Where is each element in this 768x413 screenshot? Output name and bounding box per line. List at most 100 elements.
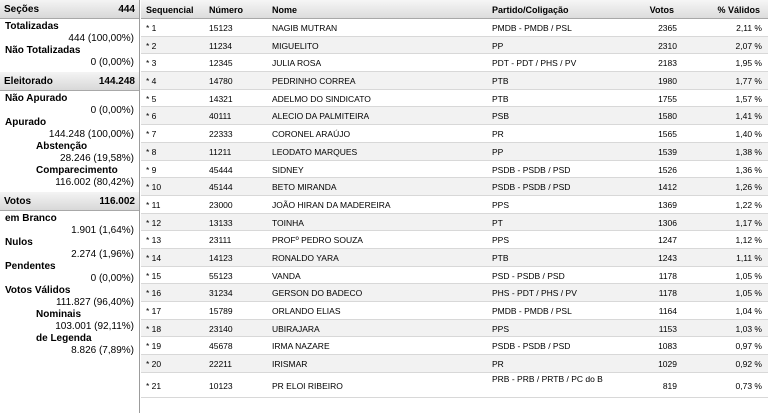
cell-votos: 1243 [658, 252, 677, 263]
header-numero[interactable]: Número [209, 5, 243, 15]
table-row[interactable]: * 3 12345 JULIA ROSA PDT - PDT / PHS / PV 21… [141, 54, 768, 73]
votos-label: Votos [4, 195, 32, 207]
cell-perc-validos: 1,05 % [735, 270, 762, 281]
em-branco-value: 1.901 (1,64%) [71, 225, 134, 236]
cell-nome: JOÃO HIRAN DA MADEREIRA [272, 199, 391, 210]
cell-nome: IRISMAR [272, 359, 308, 370]
eleitorado-label: Eleitorado [4, 75, 53, 87]
secoes-header: Seções 444 [0, 0, 139, 19]
eleitorado-block: Não Apurado 0 (0,00%) Apurado 144.248 (1… [0, 91, 139, 192]
table-row[interactable]: * 8 11211 LEODATO MARQUES PP 1539 1,38 % [141, 142, 768, 161]
cell-perc-validos: 1,03 % [735, 323, 762, 334]
table-header: Sequencial Número Nome Partido/Coligação… [141, 0, 768, 19]
header-perc-validos[interactable]: % Válidos [717, 5, 760, 15]
cell-numero: 22333 [209, 129, 233, 140]
table-row[interactable]: * 21 10123 PR ELOI RIBEIRO PRB - PRB / PRTB… [141, 373, 768, 398]
table-row[interactable]: * 14 14123 RONALDO YARA PTB 1243 1,11 % [141, 248, 768, 267]
cell-partido: PTB [492, 93, 509, 104]
cell-perc-validos: 0,97 % [735, 341, 762, 352]
cell-sequencial: * 12 [146, 217, 162, 228]
table-body: * 1 15123 NAGIB MUTRAN PMDB - PMDB / PSL 236… [141, 19, 768, 398]
cell-perc-validos: 0,92 % [735, 359, 762, 370]
cell-numero: 14780 [209, 76, 233, 87]
table-row[interactable]: * 1 15123 NAGIB MUTRAN PMDB - PMDB / PSL 236… [141, 19, 768, 37]
cell-perc-validos: 2,07 % [735, 40, 762, 51]
votos-header: Votos 116.002 [0, 192, 139, 211]
cell-perc-validos: 1,57 % [735, 93, 762, 104]
cell-votos: 2183 [658, 58, 677, 69]
cell-partido: PRB - PRB / PRTB / PC do B [492, 373, 603, 384]
cell-nome: GERSON DO BADECO [272, 288, 363, 299]
table-row[interactable]: * 13 23111 PROFº PEDRO SOUZA PPS 1247 1,12 % [141, 231, 768, 249]
cell-nome: TOINHA [272, 217, 304, 228]
cell-numero: 45444 [209, 164, 233, 175]
cell-perc-validos: 1,17 % [735, 217, 762, 228]
cell-partido: PTB [492, 252, 509, 263]
cell-perc-validos: 1,05 % [735, 288, 762, 299]
cell-perc-validos: 1,41 % [735, 111, 762, 122]
cell-sequencial: * 20 [146, 359, 162, 370]
cell-votos: 1029 [658, 359, 677, 370]
cell-partido: PHS - PDT / PHS / PV [492, 288, 577, 299]
votos-value: 116.002 [99, 195, 135, 207]
header-nome[interactable]: Nome [272, 5, 297, 15]
table-row[interactable]: * 16 31234 GERSON DO BADECO PHS - PDT / PHS… [141, 284, 768, 302]
table-row[interactable]: * 9 45444 SIDNEY PSDB - PSDB / PSD 1526 1,36 … [141, 161, 768, 179]
table-row[interactable]: * 10 45144 BETO MIRANDA PSDB - PSDB / PSD 14… [141, 178, 768, 196]
cell-votos: 819 [662, 380, 677, 391]
em-branco-label: em Branco [5, 213, 57, 224]
comparecimento-label: Comparecimento [36, 165, 118, 176]
cell-votos: 1178 [658, 288, 677, 299]
nao-apurado-label: Não Apurado [5, 93, 68, 104]
cell-numero: 45678 [209, 341, 233, 352]
cell-votos: 1755 [658, 93, 677, 104]
table-row[interactable]: * 2 11234 MIGUELITO PP 2310 2,07 % [141, 36, 768, 55]
cell-perc-validos: 2,11 % [736, 23, 762, 33]
cell-numero: 14123 [209, 252, 233, 263]
cell-partido: PSD - PSDB / PSD [492, 270, 565, 281]
cell-partido: PR [492, 359, 504, 370]
cell-sequencial: * 3 [146, 58, 157, 69]
cell-perc-validos: 1,40 % [735, 129, 762, 140]
cell-nome: NAGIB MUTRAN [272, 23, 338, 33]
cell-nome: IRMA NAZARE [272, 341, 330, 352]
cell-nome: BETO MIRANDA [272, 182, 337, 193]
cell-numero: 15123 [209, 23, 233, 33]
table-row[interactable]: * 15 55123 VANDA PSD - PSDB / PSD 1178 1,05 % [141, 267, 768, 285]
table-row[interactable]: * 12 13133 TOINHA PT 1306 1,17 % [141, 213, 768, 232]
table-row[interactable]: * 19 45678 IRMA NAZARE PSDB - PSDB / PSD 108… [141, 337, 768, 356]
secoes-block: Totalizadas 444 (100,00%) Não Totalizada… [0, 19, 139, 72]
cell-numero: 23111 [209, 235, 232, 246]
table-row[interactable]: * 4 14780 PEDRINHO CORREA PTB 1980 1,77 % [141, 72, 768, 90]
totalizadas-value: 444 (100,00%) [68, 33, 134, 44]
cell-nome: UBIRAJARA [272, 323, 320, 334]
header-votos[interactable]: Votos [650, 5, 674, 15]
cell-partido: PSDB - PSDB / PSD [492, 341, 571, 352]
table-row[interactable]: * 11 23000 JOÃO HIRAN DA MADEREIRA PPS 1369 1… [141, 196, 768, 214]
cell-perc-validos: 1,12 % [735, 235, 762, 246]
nao-apurado-value: 0 (0,00%) [90, 105, 134, 116]
cell-votos: 2365 [658, 23, 677, 33]
cell-partido: PT [492, 217, 503, 228]
cell-nome: JULIA ROSA [272, 58, 322, 69]
table-row[interactable]: * 7 22333 CORONEL ARAÚJO PR 1565 1,40 % [141, 125, 768, 143]
pendentes-value: 0 (0,00%) [90, 273, 134, 284]
cell-numero: 40111 [209, 111, 232, 122]
eleitorado-value: 144.248 [98, 75, 135, 87]
votos-validos-value: 111.827 (96,40%) [55, 297, 134, 308]
table-row[interactable]: * 5 14321 ADELMO DO SINDICATO PTB 1755 1,57 % [141, 90, 768, 108]
cell-perc-validos: 1,38 % [735, 146, 762, 157]
votos-validos-label: Votos Válidos [5, 285, 71, 296]
nao-totalizadas-label: Não Totalizadas [5, 45, 81, 56]
table-row[interactable]: * 20 22211 IRISMAR PR 1029 0,92 % [141, 355, 768, 373]
header-sequencial[interactable]: Sequencial [146, 5, 194, 15]
cell-votos: 1164 [658, 306, 677, 316]
table-row[interactable]: * 17 15789 ORLANDO ELIAS PMDB - PMDB / PSL 1… [141, 302, 768, 320]
cell-numero: 10123 [209, 380, 233, 391]
table-row[interactable]: * 6 40111 ALECIO DA PALMITEIRA PSB 1580 1,41 … [141, 107, 768, 126]
cell-sequencial: * 5 [146, 93, 157, 104]
header-partido[interactable]: Partido/Coligação [492, 5, 569, 15]
abstencao-label: Abstenção [36, 141, 88, 152]
cell-votos: 1306 [658, 217, 677, 228]
table-row[interactable]: * 18 23140 UBIRAJARA PPS 1153 1,03 % [141, 319, 768, 338]
